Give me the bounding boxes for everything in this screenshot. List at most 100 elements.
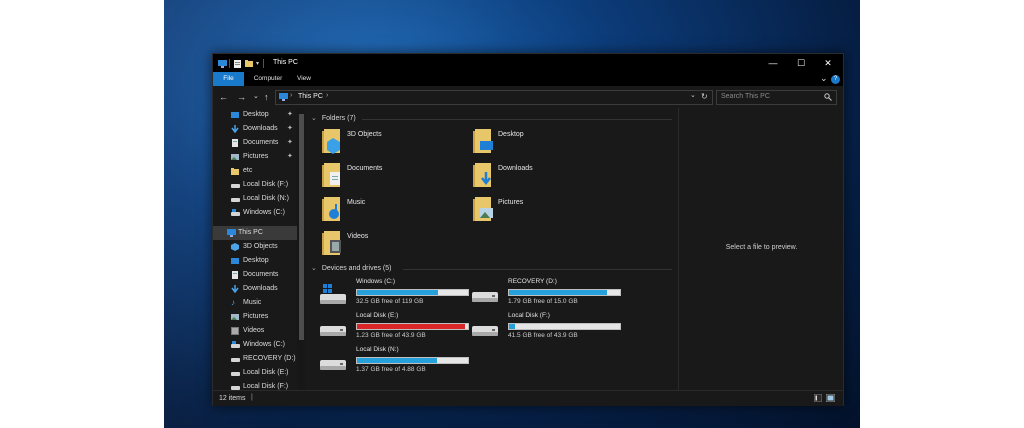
address-dropdown-button[interactable]: ⌄: [690, 91, 696, 99]
sidebar-item-label: Desktop: [243, 257, 269, 264]
tab-file[interactable]: File: [213, 72, 244, 86]
properties-icon[interactable]: [234, 59, 241, 68]
sidebar-item-local-disk-f[interactable]: Local Disk (F:): [213, 380, 297, 390]
sidebar-item-label: etc: [243, 167, 253, 174]
folder-tile-3d-objects[interactable]: 3D Objects: [321, 128, 471, 158]
pin-icon: ✦: [287, 153, 293, 160]
sidebar-item-label: Local Disk (F:): [243, 181, 289, 188]
maximize-button[interactable]: ☐: [787, 54, 815, 72]
collapse-chevron-icon[interactable]: ⌄: [311, 115, 317, 122]
drive-tile-local-disk-f[interactable]: Local Disk (F:) 41.5 GB free of 43.9 GB: [472, 312, 622, 343]
folder-label: Music: [347, 199, 366, 206]
downloads-icon: [231, 125, 239, 134]
navigation-pane-scrollbar[interactable]: [297, 108, 305, 390]
breadcrumb-this-pc[interactable]: This PC: [298, 93, 323, 100]
drive-free-space: 41.5 GB free of 43.9 GB: [508, 332, 578, 339]
sidebar-item-documents[interactable]: Documents: [213, 268, 297, 282]
search-box[interactable]: Search This PC: [716, 90, 837, 105]
quick-access-toolbar: ▾: [218, 58, 265, 68]
sidebar-item-pictures[interactable]: Pictures ✦: [213, 150, 297, 164]
new-folder-icon[interactable]: [245, 59, 253, 67]
sidebar-item-label: Documents: [243, 139, 279, 146]
sidebar-item-music[interactable]: ♪ Music: [213, 296, 297, 310]
sidebar-item-windows-c[interactable]: Windows (C:): [213, 206, 297, 220]
drive-icon: [231, 195, 240, 203]
folder-label: Downloads: [498, 165, 533, 172]
drive-tile-recovery-d[interactable]: RECOVERY (D:) 1.79 GB free of 15.0 GB: [472, 278, 622, 309]
sidebar-item-this-pc[interactable]: This PC: [213, 226, 297, 240]
sidebar-item-videos[interactable]: Videos: [213, 324, 297, 338]
sidebar-item-local-disk-e[interactable]: Local Disk (E:): [213, 366, 297, 380]
drive-name: Local Disk (N:): [356, 346, 399, 353]
folders-section-header[interactable]: ⌄ Folders (7): [311, 114, 356, 122]
sidebar-item-windows-c[interactable]: Windows (C:): [213, 338, 297, 352]
sidebar-item-label: Windows (C:): [243, 209, 286, 216]
breadcrumb-separator[interactable]: ›: [290, 92, 292, 99]
scrollbar-thumb[interactable]: [299, 114, 304, 340]
sidebar-item-local-disk-f[interactable]: Local Disk (F:): [213, 178, 297, 192]
drive-usage-bar: [356, 323, 469, 330]
music-folder-icon: [321, 196, 343, 224]
sidebar-item-etc[interactable]: etc: [213, 164, 297, 178]
forward-button[interactable]: →: [237, 92, 246, 102]
customize-toolbar-dropdown[interactable]: ▾: [256, 60, 259, 67]
section-divider: [403, 269, 672, 270]
address-bar[interactable]: › This PC › ⌄ ↻: [275, 90, 713, 105]
search-icon: [824, 93, 832, 103]
sidebar-item-downloads[interactable]: Downloads: [213, 282, 297, 296]
drive-usage-bar: [508, 323, 621, 330]
large-icons-view-button[interactable]: [825, 393, 836, 404]
drive-usage-fill: [357, 324, 465, 329]
folder-tile-videos[interactable]: Videos: [321, 230, 471, 260]
refresh-button[interactable]: ↻: [701, 92, 708, 101]
recent-locations-button[interactable]: ⌄: [253, 92, 259, 102]
sidebar-item-recovery-d[interactable]: RECOVERY (D:): [213, 352, 297, 366]
sidebar-item-documents[interactable]: Documents ✦: [213, 136, 297, 150]
breadcrumb-separator[interactable]: ›: [326, 92, 328, 99]
tab-view[interactable]: View: [292, 72, 316, 86]
folder-label: 3D Objects: [347, 131, 382, 138]
drive-tile-windows-c[interactable]: Windows (C:) 32.5 GB free of 119 GB: [320, 278, 470, 309]
3d-objects-folder-icon: [321, 128, 343, 156]
minimize-button[interactable]: —: [759, 54, 787, 72]
folder-tile-desktop[interactable]: Desktop: [472, 128, 622, 158]
drive-name: Local Disk (E:): [356, 312, 399, 319]
details-view-button[interactable]: [813, 393, 823, 404]
up-button[interactable]: ↑: [264, 92, 269, 102]
pin-icon: ✦: [287, 111, 293, 118]
sidebar-item-local-disk-n[interactable]: Local Disk (N:): [213, 192, 297, 206]
sidebar-item-desktop[interactable]: Desktop: [213, 254, 297, 268]
folder-tile-music[interactable]: Music: [321, 196, 471, 226]
preview-pane: Select a file to preview.: [678, 108, 844, 390]
sidebar-item-desktop[interactable]: Desktop ✦: [213, 108, 297, 122]
folder-tile-documents[interactable]: Documents: [321, 162, 471, 192]
drive-free-space: 1.79 GB free of 15.0 GB: [508, 298, 578, 305]
folder-tile-downloads[interactable]: Downloads: [472, 162, 622, 192]
sidebar-item-label: Videos: [243, 327, 265, 334]
collapse-chevron-icon[interactable]: ⌄: [311, 265, 317, 272]
devices-section-header[interactable]: ⌄ Devices and drives (5): [311, 264, 391, 272]
back-button[interactable]: ←: [219, 92, 228, 102]
drive-icon: [231, 181, 240, 189]
title-bar: ▾ This PC — ☐ ✕: [213, 54, 843, 72]
sidebar-item-downloads[interactable]: Downloads ✦: [213, 122, 297, 136]
windows-drive-icon: [231, 341, 240, 349]
sidebar-item-3d-objects[interactable]: 3D Objects: [213, 240, 297, 254]
3d-objects-icon: [231, 243, 239, 251]
pin-icon: ✦: [287, 125, 293, 132]
drive-tile-local-disk-n[interactable]: Local Disk (N:) 1.37 GB free of 4.88 GB: [320, 346, 470, 377]
help-icon[interactable]: ?: [831, 75, 840, 84]
drive-tile-local-disk-e[interactable]: Local Disk (E:) 1.23 GB free of 43.9 GB: [320, 312, 470, 343]
expand-ribbon-icon[interactable]: ⌄: [820, 73, 828, 84]
search-input[interactable]: Search This PC: [721, 93, 770, 100]
preview-placeholder-text: Select a file to preview.: [725, 244, 798, 251]
ribbon-tabs: File Computer View ⌄ ?: [213, 72, 843, 86]
desktop-icon: [231, 111, 239, 119]
drive-usage-bar: [356, 357, 469, 364]
section-divider: [362, 119, 672, 120]
drive-icon: [472, 287, 498, 305]
sidebar-item-pictures[interactable]: Pictures: [213, 310, 297, 324]
close-button[interactable]: ✕: [814, 54, 842, 72]
tab-computer[interactable]: Computer: [249, 72, 287, 86]
folder-tile-pictures[interactable]: Pictures: [472, 196, 622, 226]
